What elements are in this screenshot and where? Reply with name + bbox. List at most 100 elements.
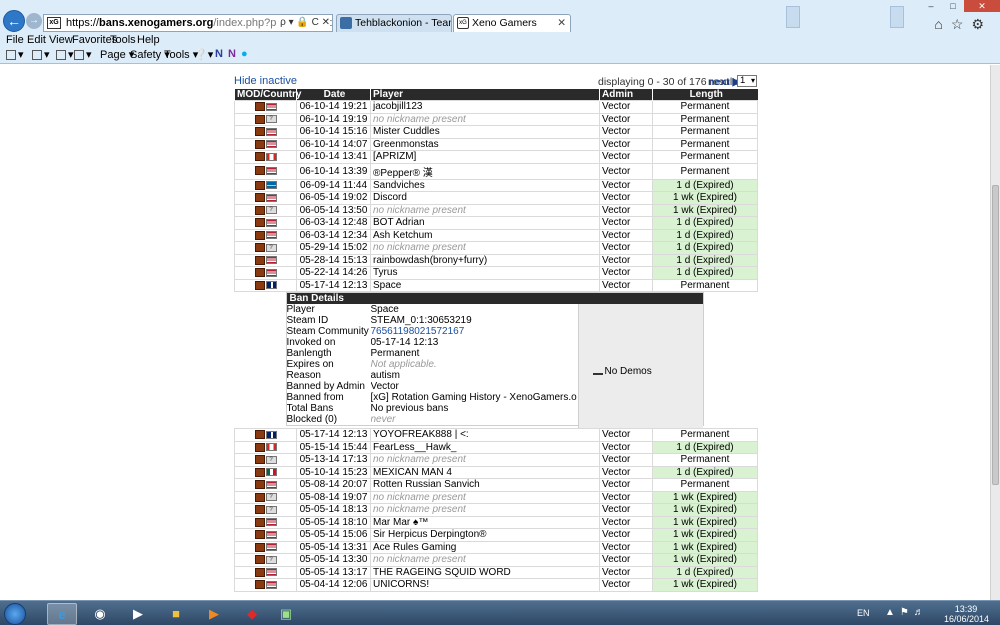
minimize-icon[interactable]: – [920,0,942,12]
table-row[interactable]: 05-17-14 12:13 YOYOFREAK888 | <: Vector Per… [234,428,758,442]
table-row[interactable]: 06-03-14 12:34 Ash Ketchum Vector 1 d (Expi… [234,228,758,242]
detail-key: Steam Community [286,326,369,337]
game-mod-icon [254,492,265,502]
mail-icon[interactable]: ▾ [56,48,74,61]
address-host: bans.xenogamers.org [99,17,214,29]
date-cell: 06-10-14 13:41 [296,150,371,164]
home-icon[interactable]: ⌂ [934,16,950,32]
table-row[interactable]: 05-05-14 18:10 Mar Mar ♠™ Vector 1 wk (Expi… [234,515,758,529]
volume-icon[interactable]: ♬ [914,607,929,618]
menu-help[interactable]: Help [137,34,160,46]
add-favorites-icon[interactable]: ▾ [6,48,24,61]
detail-value: Permanent [370,348,420,359]
player-cell: Sandviches [370,178,600,192]
table-row[interactable]: 05-22-14 14:26 Tyrus Vector 1 d (Expired) [234,266,758,280]
table-row[interactable]: 05-15-14 15:44 FearLess__Hawk_ Vector 1 d (… [234,440,758,454]
column-header[interactable]: MOD/Country [234,89,301,101]
video-player-icon[interactable]: ▶ [199,603,229,625]
table-row[interactable]: 06-05-14 19:02 Discord Vector 1 wk (Expired… [234,191,758,205]
media-player-icon[interactable]: ▶ [123,603,153,625]
forward-button[interactable]: → [26,13,42,29]
table-row[interactable]: ? 05-05-14 13:30 no nickname present Vector… [234,553,758,567]
table-row[interactable]: 05-08-14 20:07 Rotten Russian Sanvich Vect… [234,478,758,492]
menu-tools[interactable]: Tools [110,34,136,46]
column-header[interactable]: Admin [599,89,653,101]
skype-icon[interactable]: ● [241,48,248,60]
table-row[interactable]: 05-10-14 15:23 MEXICAN MAN 4 Vector 1 d (Ex… [234,465,758,479]
table-row[interactable]: ? 05-29-14 15:02 no nickname present Vector… [234,241,758,255]
column-header[interactable]: Length [652,89,758,101]
tab-tehblackonion[interactable]: Tehblackonion - Team Fortres... [336,14,452,32]
table-row[interactable]: 06-10-14 13:39 ®Pepper® 漢 Vector Permanent [234,162,758,180]
ban-details-title: Ban Details [286,293,703,304]
table-row[interactable]: 05-05-14 15:06 Sir Herpicus Derpington® Ve… [234,528,758,542]
table-row[interactable]: 06-10-14 14:07 Greenmonstas Vector Permanen… [234,137,758,151]
column-header[interactable]: Date [296,89,371,101]
table-row[interactable]: ? 05-08-14 19:07 no nickname present Vector… [234,490,758,504]
table-row[interactable]: 05-04-14 12:06 UNICORNS! Vector 1 wk (Expir… [234,578,758,592]
address-bar[interactable]: xG https://bans.xenogamers.org/index.php… [43,14,333,32]
table-row[interactable]: 05-05-14 13:17 THE RAGEING SQUID WORD Vect… [234,565,758,579]
table-row[interactable]: ? 05-13-14 17:13 no nickname present Vector… [234,453,758,467]
start-button[interactable] [4,603,26,625]
table-row[interactable]: ? 05-05-14 18:13 no nickname present Vector… [234,503,758,517]
menu-edit[interactable]: Edit [27,34,46,46]
table-row[interactable]: 05-28-14 15:13 rainbowdash(brony+furry) Ve… [234,253,758,267]
menu-view[interactable]: View [49,34,73,46]
game-app-icon[interactable]: ◆ [237,603,267,625]
tab-xeno-gamers[interactable]: xG Xeno Gamers ✕ [453,14,571,32]
length-cell: Permanent [652,125,758,139]
detail-row: Blocked (0) never [287,414,577,425]
length-cell: 1 d (Expired) [652,565,758,579]
help-icon[interactable]: ❔▾ [194,48,213,61]
player-cell: jacobjill123 [370,100,600,114]
date-cell: 05-05-14 15:06 [296,528,371,542]
mod-country-cell [234,125,297,139]
table-row[interactable]: 06-10-14 19:21 jacobjill123 Vector Permanen… [234,100,758,114]
back-button[interactable]: ← [3,10,25,32]
menu-file[interactable]: File [6,34,24,46]
steam-icon[interactable]: ◉ [85,603,115,625]
onenote-linked-icon[interactable]: N [228,48,236,60]
close-window-icon[interactable]: ✕ [964,0,1000,12]
table-row[interactable]: 05-05-14 13:31 Ace Rules Gaming Vector 1 wk… [234,540,758,554]
page-scrollbar[interactable] [990,65,1000,600]
table-row[interactable]: ? 06-10-14 19:19 no nickname present Vector… [234,112,758,126]
gear-icon[interactable]: ⚙ [971,16,992,32]
system-app-icon[interactable]: ▣ [271,603,301,625]
table-row[interactable]: ? 06-05-14 13:50 no nickname present Vector… [234,203,758,217]
table-row[interactable]: 05-17-14 12:13 Space Vector Permanent [234,278,758,292]
table-row[interactable]: 06-03-14 12:48 BOT Adrian Vector 1 d (Expir… [234,216,758,230]
address-tools[interactable]: ρ ▾ 🔒 C ✕ [277,15,330,31]
hide-inactive-link[interactable]: Hide inactive [234,75,297,87]
game-mod-icon [254,480,265,490]
date-cell: 05-28-14 15:13 [296,253,371,267]
maximize-icon[interactable]: □ [942,0,964,12]
window-controls: – □ ✕ [920,0,1000,12]
onenote-icon[interactable]: N [215,48,223,60]
steam-community-link[interactable]: 76561198021572167 [371,326,465,337]
internet-explorer-icon[interactable]: e [47,603,77,625]
detail-key: Banned from [286,392,344,403]
favorites-star-icon[interactable]: ☆ [951,16,972,32]
language-indicator[interactable]: EN [857,608,870,618]
tray-arrow-icon[interactable]: ▲ [885,607,900,618]
country-flag-icon [265,568,277,577]
tab-close-icon[interactable]: ✕ [557,15,566,31]
admin-cell: Vector [599,137,653,151]
mod-country-cell [234,137,297,151]
table-row[interactable]: 06-09-14 11:44 Sandviches Vector 1 d (Expir… [234,178,758,192]
print-icon[interactable]: ▾ [74,48,92,61]
next-page-link[interactable]: next ▶ [708,76,741,88]
file-explorer-icon[interactable]: ■ [161,603,191,625]
tray-flag-icon[interactable]: ⚑ [900,607,914,618]
table-row[interactable]: 06-10-14 15:16 Mister Cuddles Vector Perman… [234,125,758,139]
length-cell: 1 wk (Expired) [652,515,758,529]
table-row[interactable]: 06-10-14 13:41 [APRIZM] Vector Permanent [234,150,758,164]
column-header[interactable]: Player [370,89,600,101]
page-select[interactable]: 1 [737,75,757,87]
feeds-icon[interactable]: ▾ [32,48,50,61]
mod-country-cell [234,428,297,442]
clock[interactable]: 13:39 16/06/2014 [944,604,989,624]
scrollbar-thumb[interactable] [992,185,999,485]
